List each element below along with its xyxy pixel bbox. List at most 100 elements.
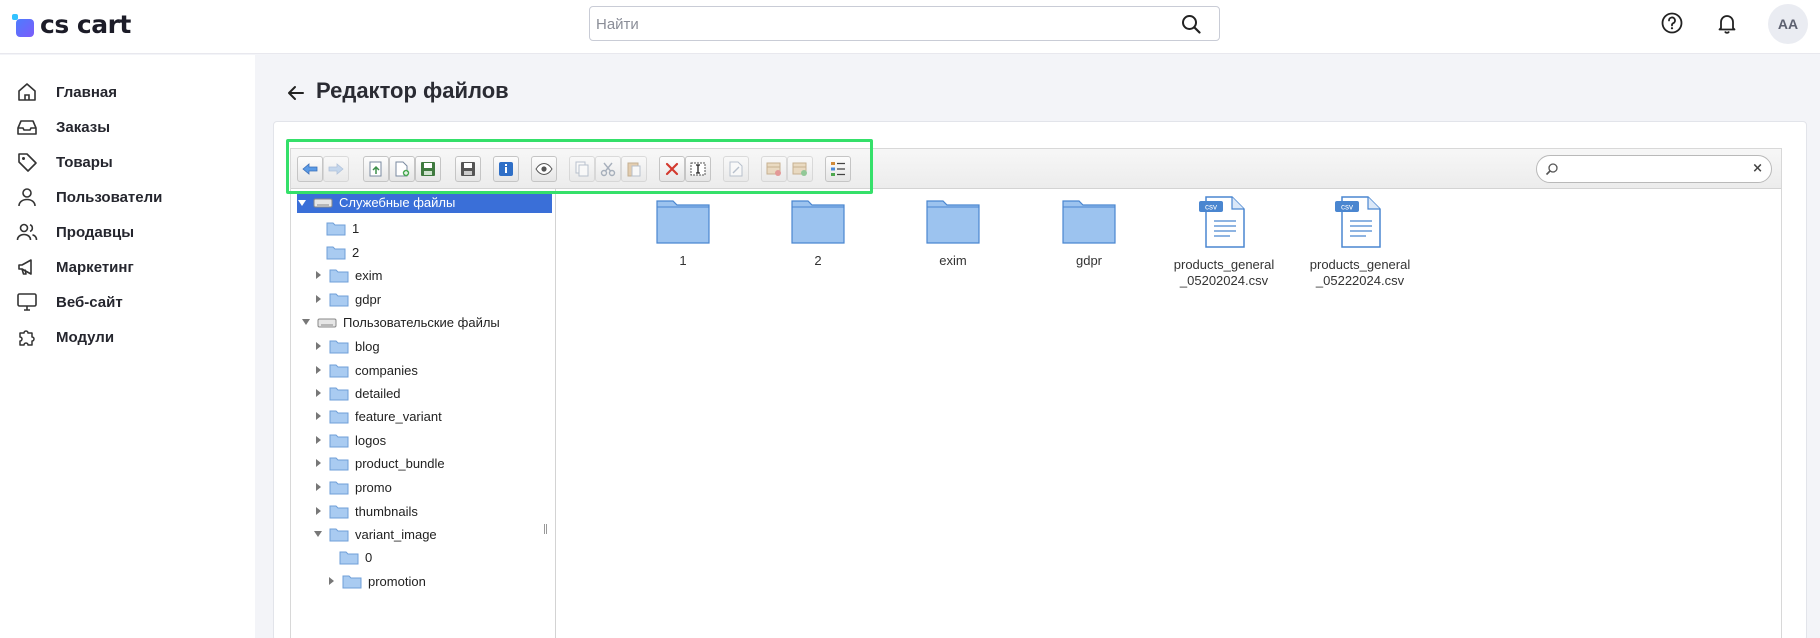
tree-node-drive[interactable]: Пользовательские файлы [301, 311, 500, 333]
save-as-button[interactable] [455, 156, 481, 182]
avatar[interactable]: AA [1768, 4, 1808, 44]
sidebar-item-addons[interactable]: Модули [16, 325, 114, 349]
back-arrow-icon[interactable] [285, 82, 307, 104]
file-search-input[interactable] [1563, 160, 1743, 178]
tree-node-folder[interactable]: companies [313, 359, 418, 381]
folder-icon [329, 364, 349, 377]
delete-button[interactable] [659, 156, 685, 182]
save-button[interactable] [415, 156, 441, 182]
file-name: 1 [679, 253, 687, 268]
edit-file-icon [729, 161, 743, 177]
collapsed-arrow-icon [316, 483, 321, 491]
tag-icon [18, 153, 37, 172]
extract-button[interactable] [787, 156, 813, 182]
back-button[interactable] [297, 156, 323, 182]
file-name: exim [939, 253, 967, 268]
preview-button[interactable] [531, 156, 557, 182]
tree-node-folder[interactable]: promo [313, 476, 392, 498]
tree-node-folder[interactable]: exim [313, 264, 382, 286]
sidebar-item-website[interactable]: Веб-сайт [16, 290, 123, 314]
forward-button[interactable] [323, 156, 349, 182]
file-item-csv[interactable]: csv products_general _05202024.csv [1164, 195, 1284, 289]
tree-node-folder[interactable]: thumbnails [313, 500, 418, 522]
clear-icon[interactable]: × [1752, 161, 1763, 176]
file-item-folder[interactable]: gdpr [1029, 197, 1149, 269]
search-icon[interactable] [1181, 14, 1201, 34]
folder-icon [326, 222, 346, 235]
eye-icon [535, 162, 553, 176]
tree-node-folder[interactable]: promotion [326, 570, 426, 592]
folder-icon [329, 340, 349, 353]
tree-node-label: logos [355, 432, 387, 448]
file-item-folder[interactable]: 1 [623, 197, 743, 269]
folder-tree: Служебные файлы 1 2 exim gdpr Пользовате… [291, 189, 556, 638]
tree-node-folder[interactable]: feature_variant [313, 405, 442, 427]
tree-node-label: Пользовательские файлы [343, 314, 500, 330]
tree-node-folder[interactable]: logos [313, 429, 386, 451]
file-search: × [1536, 155, 1772, 183]
collapsed-arrow-icon [316, 459, 321, 467]
tree-node-folder[interactable]: product_bundle [313, 452, 445, 474]
rename-icon [690, 162, 706, 176]
collapsed-arrow-icon [316, 366, 321, 374]
file-badge: csv [1341, 203, 1353, 212]
save-icon [421, 162, 435, 176]
puzzle-icon [19, 330, 35, 346]
tree-node-folder[interactable]: 1 [326, 217, 359, 239]
tree-node-folder[interactable]: detailed [313, 382, 401, 404]
collapsed-arrow-icon [316, 507, 321, 515]
file-name-line1: products_general [1309, 257, 1411, 272]
bell-icon[interactable] [1714, 10, 1740, 36]
logo-icon [12, 13, 34, 37]
folder-icon [329, 434, 349, 447]
cut-button[interactable] [595, 156, 621, 182]
help-icon[interactable] [1659, 10, 1685, 36]
folder-icon [329, 269, 349, 282]
file-item-csv[interactable]: csv products_general _05222024.csv [1300, 195, 1420, 289]
search-input[interactable] [596, 13, 1156, 35]
floppy-icon [461, 162, 475, 176]
edit-button[interactable] [723, 156, 749, 182]
folder-icon [329, 410, 349, 423]
sidebar-item-users[interactable]: Пользователи [16, 185, 162, 209]
upload-button[interactable] [363, 156, 389, 182]
folder-icon [326, 246, 346, 259]
tree-node-folder[interactable]: 0 [339, 546, 372, 568]
extract-icon [792, 162, 807, 176]
collapsed-arrow-icon [329, 577, 334, 585]
info-button[interactable] [493, 156, 519, 182]
sidebar-item-label: Продавцы [56, 223, 135, 241]
search-icon [1545, 163, 1558, 176]
tree-node-label: 0 [365, 549, 373, 565]
paste-button[interactable] [621, 156, 647, 182]
users-icon [16, 223, 38, 241]
sidebar-item-vendors[interactable]: Продавцы [16, 220, 134, 244]
collapsed-arrow-icon [316, 389, 321, 397]
tree-node-folder[interactable]: variant_image [313, 523, 437, 545]
resize-handle[interactable] [544, 524, 547, 534]
sidebar-item-home[interactable]: Главная [16, 80, 117, 104]
new-file-button[interactable] [389, 156, 415, 182]
collapsed-arrow-icon [316, 412, 321, 420]
sidebar-item-marketing[interactable]: Маркетинг [16, 255, 134, 279]
folder-icon [791, 200, 845, 244]
rename-button[interactable] [685, 156, 711, 182]
tree-node-folder[interactable]: blog [313, 335, 380, 357]
arrow-right-icon [328, 163, 344, 175]
tree-node-folder[interactable]: 2 [326, 241, 359, 263]
file-name-line2: _05202024.csv [1179, 273, 1269, 288]
sidebar-item-orders[interactable]: Заказы [16, 115, 110, 139]
file-item-folder[interactable]: 2 [758, 197, 878, 269]
tree-node-drive[interactable]: Служебные файлы [297, 192, 552, 213]
tree-node-label: promo [355, 479, 392, 495]
copy-button[interactable] [569, 156, 595, 182]
folder-icon [329, 481, 349, 494]
page-title: Редактор файлов [316, 78, 509, 103]
archive-button[interactable] [761, 156, 787, 182]
collapsed-arrow-icon [316, 295, 321, 303]
sidebar-item-products[interactable]: Товары [16, 150, 113, 174]
logo[interactable]: cs cart [12, 10, 131, 39]
tree-node-folder[interactable]: gdpr [313, 288, 381, 310]
view-list-button[interactable] [825, 156, 851, 182]
file-item-folder[interactable]: exim [893, 197, 1013, 269]
